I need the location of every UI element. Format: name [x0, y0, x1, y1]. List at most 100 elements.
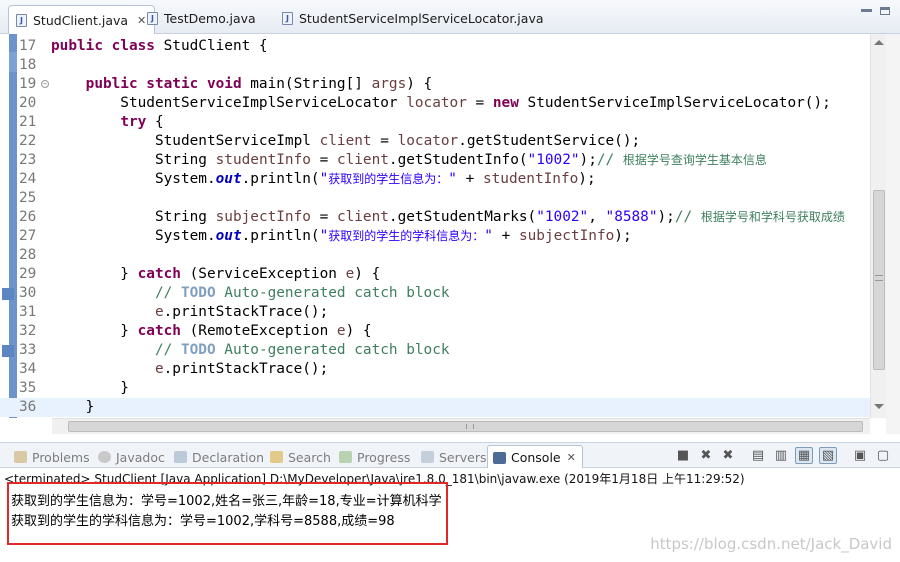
- tab-label: Progress: [357, 449, 411, 465]
- tab-javadoc[interactable]: Javadoc: [98, 447, 165, 467]
- task-marker-icon[interactable]: [2, 345, 14, 357]
- code-text: String studentInfo = client.getStudentIn…: [51, 152, 767, 168]
- console-output-area[interactable]: <terminated> StudClient [Java Applicatio…: [0, 468, 900, 562]
- tab-servers[interactable]: Servers: [421, 447, 487, 467]
- line-number: 34: [19, 361, 37, 377]
- code-line[interactable]: 29 } catch (ServiceException e) {: [0, 265, 870, 284]
- code-line[interactable]: 24 System.out.println("获取到的学生信息为：" + stu…: [0, 170, 870, 189]
- line-number: 30: [19, 285, 37, 301]
- remove-launch-icon[interactable]: ✖: [697, 447, 715, 464]
- console-icon: [493, 451, 506, 464]
- code-line[interactable]: 28: [0, 246, 870, 265]
- code-line[interactable]: 21 try {: [0, 113, 870, 132]
- code-line[interactable]: 34 e.printStackTrace();: [0, 360, 870, 379]
- fold-toggle-icon[interactable]: −: [41, 80, 49, 88]
- code-line[interactable]: 33 // TODO Auto-generated catch block: [0, 341, 870, 360]
- line-number: 32: [19, 323, 37, 339]
- java-file-icon: J: [147, 12, 158, 25]
- editor-horizontal-scrollbar[interactable]: [52, 418, 870, 434]
- clear-console-icon[interactable]: ▤: [749, 447, 767, 464]
- servers-icon: [421, 451, 434, 463]
- tab-label: Servers: [439, 449, 487, 465]
- editor-tab-locator[interactable]: J StudentServiceImplServiceLocator.java: [275, 5, 552, 32]
- line-number: 36: [19, 399, 37, 415]
- line-number: 29: [19, 266, 37, 282]
- line-number: 21: [19, 114, 37, 130]
- line-number: 24: [19, 171, 37, 187]
- code-text: }: [51, 380, 129, 396]
- minimize-icon[interactable]: [861, 9, 872, 12]
- problems-icon: [14, 451, 27, 463]
- javadoc-icon: [98, 451, 111, 463]
- tab-declaration[interactable]: Declaration: [174, 447, 264, 467]
- code-text: e.printStackTrace();: [154, 304, 329, 320]
- task-marker-icon[interactable]: [2, 288, 14, 300]
- tab-label: Declaration: [192, 449, 265, 465]
- code-line[interactable]: 35 }: [0, 379, 870, 398]
- line-number: 18: [19, 57, 37, 73]
- line-number: 17: [19, 38, 37, 54]
- tab-label: Search: [288, 449, 331, 465]
- scrollbar-thumb[interactable]: [68, 421, 863, 432]
- code-text: // TODO Auto-generated catch block: [154, 285, 450, 301]
- tab-search[interactable]: Search: [270, 447, 331, 467]
- code-text: // TODO Auto-generated catch block: [154, 342, 450, 358]
- terminate-icon[interactable]: ■: [674, 447, 692, 464]
- editor-vertical-scrollbar[interactable]: [870, 34, 886, 418]
- code-line[interactable]: 22 StudentServiceImpl client = locator.g…: [0, 132, 870, 151]
- code-line[interactable]: 32 } catch (RemoteException e) {: [0, 322, 870, 341]
- tab-label: Javadoc: [116, 449, 165, 465]
- code-line[interactable]: 30 // TODO Auto-generated catch block: [0, 284, 870, 303]
- code-text: System.out.println("获取到的学生信息为：" + studen…: [51, 171, 596, 187]
- line-number: 22: [19, 133, 37, 149]
- code-text: StudentServiceImplServiceLocator locator…: [51, 95, 831, 111]
- display-console-icon[interactable]: ▢: [874, 447, 892, 464]
- code-text: } catch (RemoteException e) {: [51, 323, 372, 339]
- maximize-icon[interactable]: [880, 7, 890, 15]
- show-stderr-icon[interactable]: ▧: [819, 447, 837, 464]
- tab-console[interactable]: Console ✕: [487, 445, 583, 469]
- declaration-icon: [174, 451, 187, 463]
- tab-problems[interactable]: Problems: [14, 447, 90, 467]
- code-line[interactable]: 25: [0, 189, 870, 208]
- code-line[interactable]: 23 String studentInfo = client.getStuden…: [0, 151, 870, 170]
- line-number: 35: [19, 380, 37, 396]
- remove-all-terminated-icon[interactable]: ✖: [719, 447, 737, 464]
- code-text: String subjectInfo = client.getStudentMa…: [51, 209, 845, 225]
- overview-ruler[interactable]: [886, 34, 900, 434]
- line-number: 26: [19, 209, 37, 225]
- line-number: 27: [19, 228, 37, 244]
- show-stdout-icon[interactable]: ▦: [795, 447, 813, 464]
- tab-label: Problems: [32, 449, 90, 465]
- editor-tab-studclient[interactable]: J StudClient.java ✕: [8, 5, 156, 34]
- scrollbar-thumb[interactable]: [873, 190, 885, 370]
- code-line[interactable]: 36 }: [0, 398, 870, 417]
- editor-tab-testdemo[interactable]: J TestDemo.java: [140, 5, 264, 32]
- search-icon: [270, 451, 283, 463]
- highlight-box: [7, 482, 448, 545]
- code-text: } catch (ServiceException e) {: [51, 266, 381, 282]
- line-number: 23: [19, 152, 37, 168]
- code-text: }: [51, 399, 95, 415]
- line-number: 33: [19, 342, 37, 358]
- code-line[interactable]: 31 e.printStackTrace();: [0, 303, 870, 322]
- tab-progress[interactable]: Progress: [339, 447, 410, 467]
- scroll-up-icon[interactable]: [874, 40, 884, 45]
- editor-tab-label: TestDemo.java: [164, 11, 256, 26]
- code-editor[interactable]: 17 public class StudClient {18 19− public …: [0, 34, 900, 438]
- editor-tab-bar: J StudClient.java ✕ J TestDemo.java J St…: [0, 0, 900, 34]
- code-line[interactable]: 18: [0, 56, 870, 75]
- code-text: StudentServiceImpl client = locator.getS…: [51, 133, 641, 149]
- close-icon[interactable]: ✕: [567, 451, 576, 464]
- code-line[interactable]: 26 String subjectInfo = client.getStuden…: [0, 208, 870, 227]
- scroll-lock-icon[interactable]: ▥: [772, 447, 790, 464]
- code-line[interactable]: 17 public class StudClient {: [0, 37, 870, 56]
- scroll-down-icon[interactable]: [874, 404, 884, 409]
- line-number: 28: [19, 247, 37, 263]
- line-number: 19: [19, 76, 37, 92]
- code-text: public static void main(String[] args) {: [85, 76, 433, 92]
- code-line[interactable]: 20 StudentServiceImplServiceLocator loca…: [0, 94, 870, 113]
- pin-console-icon[interactable]: ▣: [851, 447, 869, 464]
- code-line[interactable]: 27 System.out.println("获取到的学生的学科信息为：" + …: [0, 227, 870, 246]
- code-line[interactable]: 19− public static void main(String[] arg…: [0, 75, 870, 94]
